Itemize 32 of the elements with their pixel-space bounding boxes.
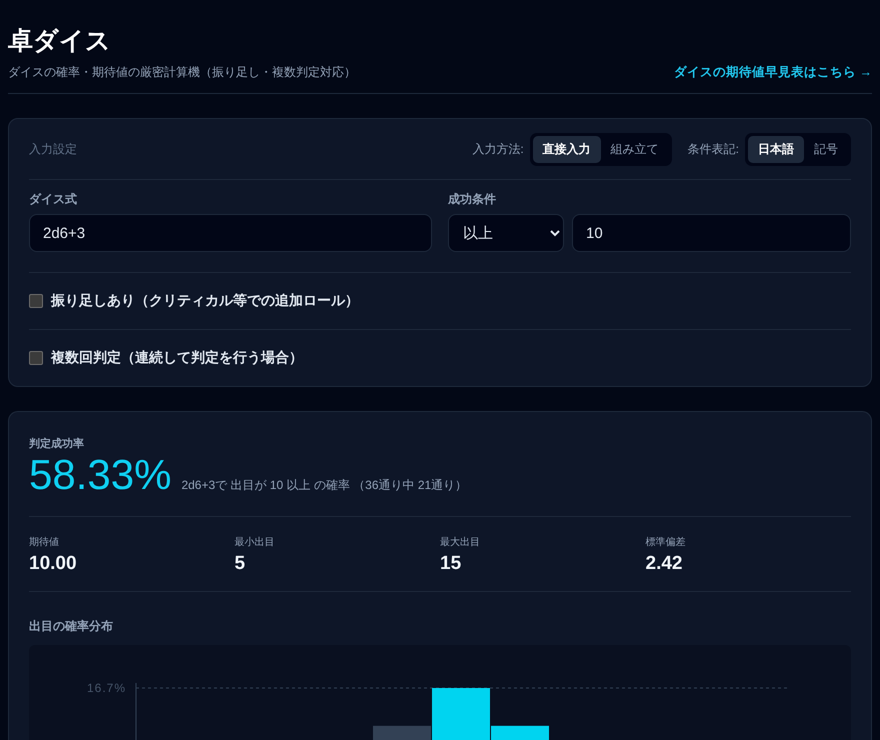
chart-title: 出目の確率分布 [29,618,113,635]
segment-option[interactable]: 直接入力 [532,136,601,162]
target-value-field[interactable]: 10 [572,214,851,252]
stat-label: 期待値 [29,536,59,549]
segment-option[interactable]: 日本語 [748,136,804,162]
stat-value: 15 [440,553,462,575]
checkbox-label: 振り足しあり（クリティカル等での追加ロール） [51,292,359,310]
checkbox-label: 複数回判定（連続して判定を行う場合） [51,349,303,367]
segment-option[interactable]: 記号 [804,136,848,162]
field-label: ダイス式 [29,191,77,208]
calculation-summary: 2d6+3で 出目が 10 以上 の確率 （36通り中 21通り） [181,477,468,494]
field-label: 成功条件 [448,191,496,208]
dice-formula-field[interactable]: 2d6+3 [29,214,432,252]
app-title: 卓ダイス [8,26,112,56]
checkbox[interactable] [29,351,43,365]
max-value-label: 16.7% [86,681,126,695]
success-rate-label: 判定成功率 [29,436,84,451]
expected-value-table-link[interactable]: ダイスの期待値早見表はこちら → [674,64,872,81]
app-subtitle: ダイスの確率・期待値の厳密計算機（振り足し・複数判定対応） [8,64,356,81]
section-heading: 入力設定 [29,140,78,158]
stat-label: 標準偏差 [646,536,686,549]
stat-value: 2.42 [646,553,682,575]
success-rate-value: 58.33% [29,452,172,498]
checkbox[interactable] [29,294,43,308]
toggle-label: 入力方法: [472,140,524,158]
stat-label: 最小出目 [234,536,274,549]
segment-option[interactable]: 組み立て [600,136,669,162]
operator-select[interactable]: 以上 [448,214,564,252]
toggle-label: 条件表記: [688,140,739,158]
stat-label: 最大出目 [440,536,480,549]
stat-value: 5 [234,553,246,575]
stat-value: 10.00 [29,553,77,575]
